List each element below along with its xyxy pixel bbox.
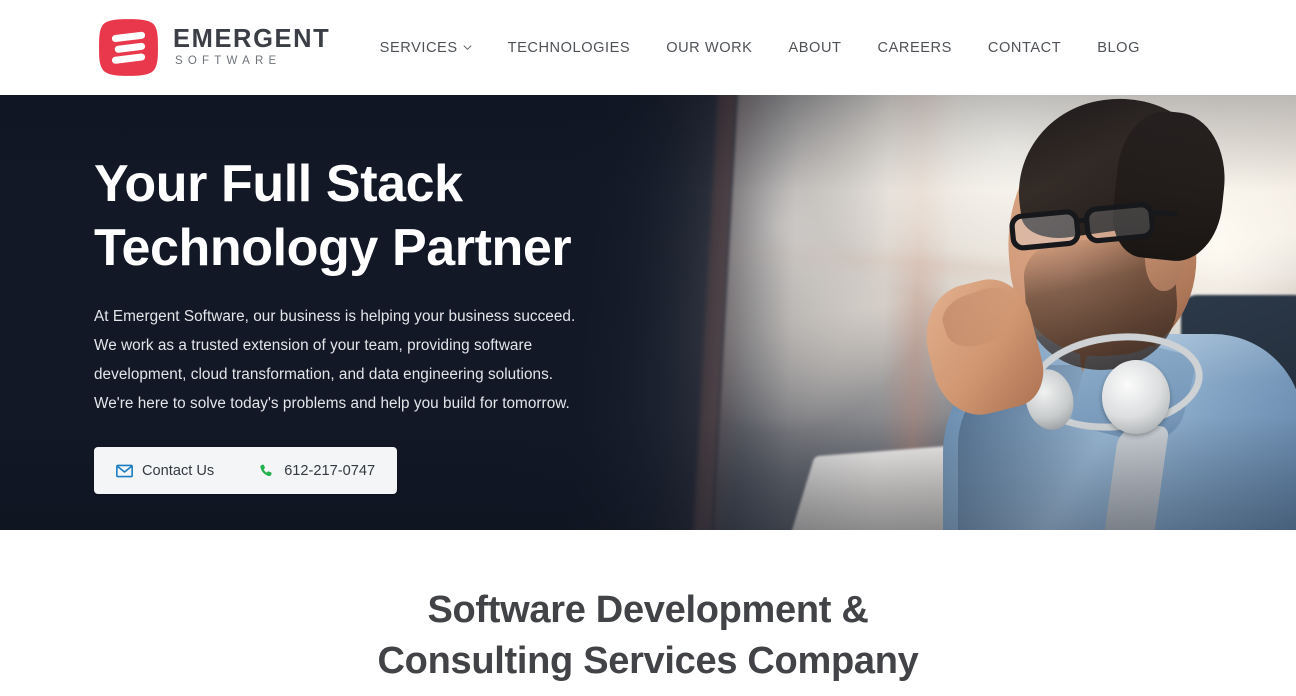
nav-label-about: ABOUT — [788, 39, 842, 56]
nav-label-technologies: TECHNOLOGIES — [507, 39, 631, 56]
phone-number-label: 612-217-0747 — [284, 462, 376, 479]
hero-banner: Your Full Stack Technology Partner At Em… — [0, 95, 1296, 530]
nav-item-about[interactable]: ABOUT — [770, 30, 859, 66]
nav-label-blog: BLOG — [1097, 39, 1140, 56]
contact-us-button[interactable]: Contact Us — [94, 447, 236, 494]
services-heading-line-2: Consulting Services Company — [377, 640, 919, 682]
nav-label-careers: CAREERS — [877, 39, 952, 56]
contact-us-label: Contact Us — [142, 462, 215, 479]
hero-title-line-2: Technology Partner — [94, 219, 572, 277]
nav-label-our-work: OUR WORK — [666, 39, 753, 56]
hero-content: Your Full Stack Technology Partner At Em… — [0, 95, 620, 494]
brand-wordmark: EMERGENT SOFTWARE — [173, 24, 330, 70]
envelope-icon — [116, 462, 133, 479]
hero-paragraph: At Emergent Software, our business is he… — [94, 302, 614, 418]
page-root: EMERGENT SOFTWARE SERVICES TECHNOLOGIES … — [0, 0, 1296, 696]
services-intro-section: Software Development & Consulting Servic… — [0, 530, 1296, 687]
hero-paragraph-line-1: At Emergent Software, our business is he… — [94, 308, 576, 325]
nav-item-our-work[interactable]: OUR WORK — [648, 30, 770, 66]
nav-label-contact: CONTACT — [987, 39, 1062, 56]
services-section-heading: Software Development & Consulting Servic… — [0, 585, 1296, 687]
brand-subtitle: SOFTWARE — [175, 55, 282, 68]
nav-item-services[interactable]: SERVICES — [362, 30, 490, 66]
phone-number-button[interactable]: 612-217-0747 — [236, 447, 397, 494]
emergent-e-logo-icon — [99, 19, 158, 76]
nav-item-technologies[interactable]: TECHNOLOGIES — [490, 30, 649, 66]
nav-item-contact[interactable]: CONTACT — [970, 30, 1079, 66]
nav-item-careers[interactable]: CAREERS — [860, 30, 970, 66]
nav-label-services: SERVICES — [379, 39, 458, 56]
hero-title: Your Full Stack Technology Partner — [94, 152, 620, 280]
hero-cta-group: Contact Us 612-217-0747 — [94, 447, 398, 494]
hero-title-line-1: Your Full Stack — [94, 155, 463, 213]
chevron-down-icon — [463, 45, 472, 50]
nav-item-blog[interactable]: BLOG — [1079, 30, 1158, 66]
site-header: EMERGENT SOFTWARE SERVICES TECHNOLOGIES … — [0, 0, 1296, 95]
main-navigation: SERVICES TECHNOLOGIES OUR WORK ABOUT CAR… — [362, 30, 1296, 66]
brand-name: EMERGENT — [173, 25, 331, 54]
services-heading-line-1: Software Development & — [427, 589, 869, 631]
phone-icon — [258, 462, 275, 479]
hero-paragraph-line-2: We work as a trusted extension of your t… — [94, 337, 533, 354]
brand-logo-link[interactable]: EMERGENT SOFTWARE — [98, 17, 330, 78]
hero-paragraph-line-4: We're here to solve today's problems and… — [94, 395, 570, 412]
hero-paragraph-line-3: development, cloud transformation, and d… — [94, 366, 554, 383]
